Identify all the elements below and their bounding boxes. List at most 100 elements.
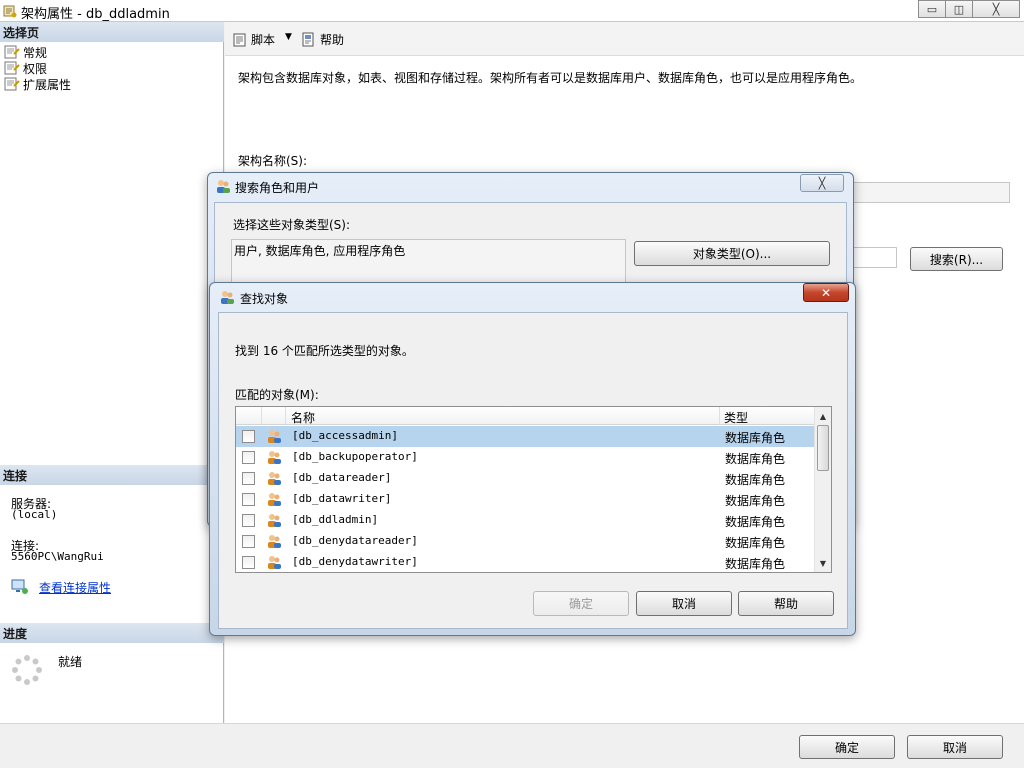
row-type: 数据库角色: [725, 515, 786, 529]
server-value: (local): [11, 508, 58, 521]
schema-app-icon: [3, 5, 17, 18]
page-icon: [4, 45, 20, 59]
progress-status: 就绪: [58, 655, 83, 669]
scroll-down-icon[interactable]: ▼: [815, 555, 831, 571]
schema-description: 架构包含数据库对象，如表、视图和存储过程。架构所有者可以是数据库用户、数据库角色…: [238, 71, 863, 85]
dialog-title: 查找对象: [240, 292, 289, 306]
list-scrollbar[interactable]: ▲ ▼: [814, 407, 831, 572]
row-checkbox[interactable]: [242, 535, 255, 548]
close-icon: ✕: [820, 285, 832, 300]
connection-header: 连接: [0, 465, 224, 485]
window-close-button[interactable]: ╳: [972, 0, 1020, 18]
script-icon: [233, 33, 246, 46]
schema-name-label: 架构名称(S):: [238, 154, 308, 168]
progress-spinner-icon: [12, 655, 42, 685]
page-icon: [4, 61, 20, 75]
column-header-name[interactable]: 名称: [291, 409, 315, 426]
table-row[interactable]: [db_backupoperator] 数据库角色: [236, 447, 815, 468]
schema-name-input[interactable]: [847, 182, 1010, 203]
nav-item-general[interactable]: 常规: [4, 44, 47, 60]
help-icon: [302, 32, 314, 46]
progress-header: 进度: [0, 623, 224, 643]
row-type: 数据库角色: [725, 536, 786, 550]
row-type: 数据库角色: [725, 494, 786, 508]
table-row[interactable]: [db_accessadmin] 数据库角色: [236, 426, 815, 447]
row-name: [db_denydatawriter]: [292, 555, 418, 568]
restore-button[interactable]: ◫: [945, 0, 973, 18]
nav-item-label: 扩展属性: [23, 77, 72, 92]
find-help-button[interactable]: 帮助: [738, 591, 834, 616]
row-type: 数据库角色: [725, 557, 786, 571]
users-icon: [217, 180, 230, 193]
table-row[interactable]: [db_denydatareader] 数据库角色: [236, 531, 815, 552]
select-page-header: 选择页: [0, 22, 224, 42]
row-name: [db_datawriter]: [292, 492, 392, 505]
close-icon: ╳: [818, 176, 826, 190]
nav-item-extended-properties[interactable]: 扩展属性: [4, 76, 71, 92]
row-checkbox[interactable]: [242, 472, 255, 485]
column-header-type[interactable]: 类型: [724, 409, 748, 426]
object-types-label: 选择这些对象类型(S):: [233, 218, 351, 232]
title-bar: 架构属性 - db_ddladmin ▭ ◫ ╳: [0, 0, 1024, 22]
find-dialog-close-button[interactable]: ✕: [803, 283, 849, 302]
schema-owner-input[interactable]: [847, 247, 897, 268]
found-count-text: 找到 16 个匹配所选类型的对象。: [235, 344, 414, 358]
page-icon: [4, 77, 20, 91]
row-checkbox[interactable]: [242, 556, 255, 569]
row-name: [db_datareader]: [292, 471, 392, 484]
row-checkbox[interactable]: [242, 451, 255, 464]
users-icon: [221, 291, 234, 304]
minimize-button[interactable]: ▭: [918, 0, 946, 18]
database-role-icon: [268, 514, 281, 527]
help-label: 帮助: [320, 33, 345, 47]
object-types-value: 用户, 数据库角色, 应用程序角色: [234, 244, 406, 258]
cancel-button[interactable]: 取消: [907, 735, 1003, 759]
script-button[interactable]: 脚本: [232, 31, 275, 48]
database-role-icon: [268, 472, 281, 485]
table-row[interactable]: [db_datawriter] 数据库角色: [236, 489, 815, 510]
column-separator: [261, 407, 262, 425]
chevron-down-icon: ▼: [285, 32, 292, 42]
scroll-up-icon[interactable]: ▲: [815, 408, 831, 424]
nav-item-label: 常规: [23, 45, 48, 60]
row-type: 数据库角色: [725, 452, 786, 466]
table-row[interactable]: [db_datareader] 数据库角色: [236, 468, 815, 489]
script-dropdown[interactable]: ▼: [285, 32, 292, 42]
scroll-thumb[interactable]: [817, 425, 829, 471]
column-separator: [285, 407, 286, 425]
table-row[interactable]: [db_ddladmin] 数据库角色: [236, 510, 815, 531]
ok-button[interactable]: 确定: [799, 735, 895, 759]
left-pane: 选择页 常规 权限 扩展属性 连接 服务器: (local) 连接: 5560P…: [0, 22, 224, 723]
row-name: [db_backupoperator]: [292, 450, 418, 463]
view-connection-properties-link[interactable]: 查看连接属性: [39, 579, 111, 596]
row-checkbox[interactable]: [242, 514, 255, 527]
connection-properties-icon: [11, 579, 28, 594]
database-role-icon: [268, 430, 281, 443]
restore-icon: ◫: [953, 2, 965, 16]
row-name: [db_denydatareader]: [292, 534, 418, 547]
find-ok-button[interactable]: 确定: [533, 591, 629, 616]
window-title: 架构属性 - db_ddladmin: [21, 7, 170, 22]
toolbar: 脚本 ▼ 帮助: [225, 22, 1024, 56]
object-types-field: 用户, 数据库角色, 应用程序角色: [231, 239, 626, 283]
list-header: 名称 类型: [236, 407, 816, 425]
column-separator: [719, 407, 720, 425]
close-icon: ╳: [992, 2, 1000, 16]
object-types-button[interactable]: 对象类型(O)...: [634, 241, 830, 266]
find-cancel-button[interactable]: 取消: [636, 591, 732, 616]
database-role-icon: [268, 535, 281, 548]
row-name: [db_ddladmin]: [292, 513, 379, 526]
minimize-icon: ▭: [926, 2, 938, 16]
nav-item-label: 权限: [23, 61, 48, 76]
search-button[interactable]: 搜索(R)...: [910, 247, 1003, 271]
nav-item-permissions[interactable]: 权限: [4, 60, 47, 76]
database-role-icon: [268, 556, 281, 569]
matched-objects-list[interactable]: 名称 类型 [db_accessadmin] 数据库角色 [db_backupo…: [235, 406, 832, 573]
database-role-icon: [268, 493, 281, 506]
find-dialog-body: 找到 16 个匹配所选类型的对象。 匹配的对象(M): 名称 类型 [db_ac…: [218, 312, 848, 629]
table-row[interactable]: [db_denydatawriter] 数据库角色: [236, 552, 815, 572]
row-checkbox[interactable]: [242, 430, 255, 443]
search-dialog-close-button[interactable]: ╳: [800, 174, 844, 192]
row-checkbox[interactable]: [242, 493, 255, 506]
help-button[interactable]: 帮助: [301, 31, 344, 48]
